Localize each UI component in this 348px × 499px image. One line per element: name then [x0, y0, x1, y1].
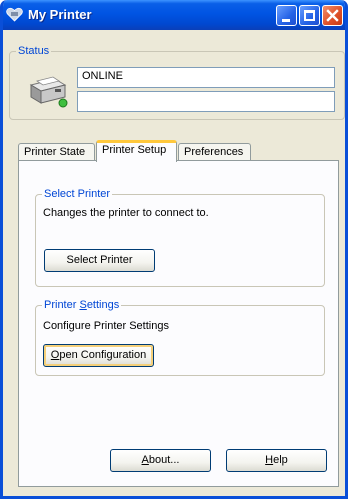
- window-title: My Printer: [28, 7, 92, 22]
- close-button[interactable]: [322, 5, 343, 26]
- about-button[interactable]: About...: [110, 449, 211, 472]
- printer-settings-legend-rest: ettings: [86, 299, 120, 311]
- select-printer-legend: Select Printer: [44, 188, 111, 200]
- printer-heart-icon: [6, 7, 23, 22]
- status-line-1-field: ONLINE: [77, 67, 335, 88]
- tab-preferences[interactable]: Preferences: [178, 143, 251, 161]
- help-accel: H: [265, 454, 274, 466]
- about-accel: A: [141, 454, 149, 466]
- help-label: elp: [273, 454, 288, 466]
- status-line-2-field: [77, 91, 335, 112]
- about-label: bout...: [148, 454, 180, 466]
- printer-settings-legend-part: Printer: [44, 299, 80, 311]
- printer-icon: [29, 76, 68, 108]
- select-printer-group: Select Printer: [35, 188, 325, 287]
- printer-settings-legend-accel: S: [79, 299, 87, 311]
- maximize-button[interactable]: [299, 5, 320, 26]
- tab-printer-state[interactable]: Printer State: [18, 143, 95, 161]
- open-configuration-button[interactable]: Open Configuration: [43, 344, 154, 367]
- close-icon: [326, 9, 339, 22]
- tab-printer-setup[interactable]: Printer Setup: [96, 140, 177, 162]
- open-configuration-label: pen Configuration: [59, 349, 147, 361]
- select-printer-description: Changes the printer to connect to.: [43, 207, 209, 219]
- help-button[interactable]: Help: [226, 449, 327, 472]
- my-printer-window: My Printer Status ONLINE Printer State P…: [0, 0, 348, 499]
- minimize-button[interactable]: [276, 5, 297, 26]
- status-legend: Status: [18, 45, 50, 57]
- printer-settings-legend: Printer Settings: [42, 299, 121, 311]
- select-printer-button[interactable]: Select Printer: [44, 249, 155, 272]
- printer-settings-description: Configure Printer Settings: [43, 320, 169, 332]
- minimize-icon: [282, 19, 290, 22]
- printer-setup-panel: Select Printer Changes the printer to co…: [18, 160, 339, 487]
- title-bar[interactable]: My Printer: [3, 0, 345, 30]
- maximize-icon: [304, 10, 315, 21]
